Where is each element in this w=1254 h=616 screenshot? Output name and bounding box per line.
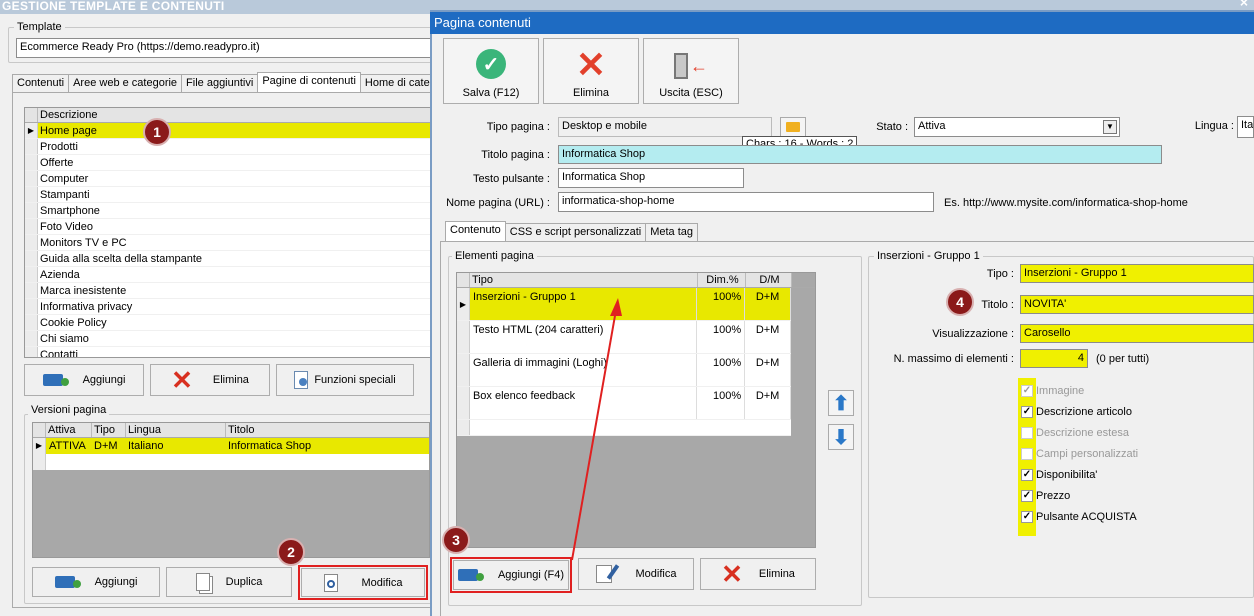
annotation-arrow xyxy=(571,298,622,561)
badge-3: 3 xyxy=(442,526,470,554)
badge-4: 4 xyxy=(946,288,974,316)
tab-pagine-contenuti[interactable]: Pagine di contenuti xyxy=(257,72,361,92)
badge-2: 2 xyxy=(277,538,305,566)
badge-1: 1 xyxy=(143,118,171,146)
tab-contenuto[interactable]: Contenuto xyxy=(445,221,506,241)
